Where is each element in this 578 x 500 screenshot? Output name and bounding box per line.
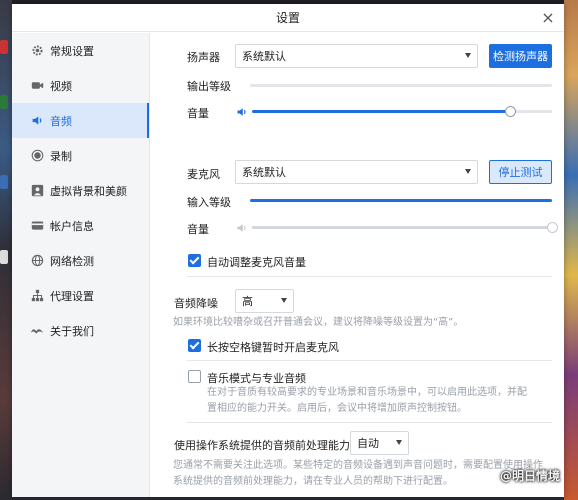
desktop-left-strip [0, 0, 12, 500]
audio-settings-panel: 扬声器 系统默认 检测扬声器 输出等级 音量 麦克风 系统默认 停止测试 输入等… [151, 33, 564, 497]
logo-icon [30, 324, 44, 338]
divider [187, 360, 552, 361]
card-icon [30, 219, 44, 233]
noise-reduction-label: 音频降噪 [174, 297, 218, 310]
noise-reduction-value: 高 [242, 295, 253, 308]
sidebar-item-virtual-background[interactable]: 虚拟背景和美颜 [12, 173, 149, 208]
chevron-down-icon [281, 298, 287, 303]
chevron-down-icon [465, 53, 471, 58]
input-level-meter [250, 199, 552, 202]
sidebar-item-label: 关于我们 [50, 324, 94, 338]
title-bar: 设置 × [12, 4, 564, 32]
speaker-icon [30, 114, 44, 128]
sidebar-item-label: 代理设置 [50, 289, 94, 303]
output-level-meter [250, 84, 552, 87]
sidebar-item-general[interactable]: 常规设置 [12, 33, 149, 68]
music-mode-hint-line1: 在对于音质有较高要求的专业场景和音乐场景中，可以启用此选项，并配 [207, 387, 527, 398]
divider [187, 276, 552, 277]
speaker-device-select[interactable]: 系统默认 [235, 44, 478, 68]
microphone-volume-label: 音量 [187, 223, 209, 236]
slider-thumb[interactable] [547, 222, 558, 233]
sidebar-item-about[interactable]: 关于我们 [12, 313, 149, 348]
space-unmute-checkbox[interactable] [188, 339, 201, 352]
noise-reduction-select[interactable]: 高 [235, 289, 294, 313]
output-level-label: 输出等级 [187, 80, 231, 93]
speaker-volume-label: 音量 [187, 107, 209, 120]
sidebar-item-audio[interactable]: 音频 [12, 103, 149, 138]
close-icon[interactable]: × [538, 8, 558, 28]
speaker-device-value: 系统默认 [242, 50, 286, 63]
speaker-volume-slider[interactable] [252, 106, 552, 118]
divider [187, 422, 552, 423]
chevron-down-icon [465, 169, 471, 174]
slider-thumb[interactable] [505, 106, 516, 117]
settings-window: 设置 × 常规设置 视频 音频 录制 虚拟背景和美颜 帐户信息 网络检测 代理设… [12, 4, 564, 497]
globe-icon [30, 254, 44, 268]
os-preprocess-hint-line2: 系统提供的音频前处理能力，请在专业人员的帮助下进行配置。 [173, 476, 453, 487]
sidebar-item-label: 常规设置 [50, 44, 94, 58]
auto-adjust-label: 自动调整麦克风音量 [207, 256, 306, 269]
sidebar: 常规设置 视频 音频 录制 虚拟背景和美颜 帐户信息 网络检测 代理设置 关于我… [12, 33, 150, 497]
volume-icon [236, 106, 248, 118]
sidebar-item-label: 录制 [50, 149, 72, 163]
slider-fill [252, 226, 552, 229]
record-icon [30, 149, 44, 163]
auto-adjust-checkbox[interactable] [188, 254, 201, 267]
music-mode-hint-line2: 置相应的能力开关。启用后，会议中将增加原声控制按钮。 [207, 403, 467, 414]
os-preprocess-value: 自动 [357, 437, 379, 450]
microphone-device-value: 系统默认 [242, 166, 286, 179]
sidebar-item-label: 视频 [50, 79, 72, 93]
sidebar-item-label: 虚拟背景和美颜 [50, 184, 127, 198]
speaker-label: 扬声器 [187, 51, 220, 64]
sidebar-item-account[interactable]: 帐户信息 [12, 208, 149, 243]
desktop-right-strip [564, 0, 578, 500]
microphone-device-select[interactable]: 系统默认 [235, 160, 478, 184]
space-unmute-label: 长按空格键暂时开启麦克风 [207, 341, 339, 354]
os-preprocess-hint-line1: 您通常不需要关注此选项。某些特定的音频设备遇到声音问题时，需要配置使用操作 [173, 460, 543, 471]
os-preprocess-label: 使用操作系统提供的音频前处理能力 [174, 439, 350, 452]
slider-fill [252, 110, 510, 113]
stop-test-button[interactable]: 停止测试 [489, 160, 552, 184]
input-level-label: 输入等级 [187, 196, 231, 209]
sidebar-item-network-check[interactable]: 网络检测 [12, 243, 149, 278]
person-icon [30, 184, 44, 198]
microphone-volume-slider[interactable] [252, 222, 558, 234]
sidebar-item-video[interactable]: 视频 [12, 68, 149, 103]
music-mode-label: 音乐模式与专业音频 [207, 372, 306, 385]
input-level-fill [250, 199, 552, 202]
window-title: 设置 [275, 11, 300, 25]
sidebar-item-record[interactable]: 录制 [12, 138, 149, 173]
test-speaker-button[interactable]: 检测扬声器 [489, 44, 552, 68]
desktop-icon-blue [0, 175, 8, 189]
desktop-icon-green [0, 95, 8, 109]
gear-icon [30, 44, 44, 58]
os-preprocess-select[interactable]: 自动 [350, 431, 409, 455]
watermark: @明日情境 [499, 469, 560, 483]
network-icon [30, 289, 44, 303]
sidebar-item-label: 帐户信息 [50, 219, 94, 233]
microphone-label: 麦克风 [187, 168, 220, 181]
sidebar-item-label: 音频 [50, 114, 72, 128]
chevron-down-icon [396, 440, 402, 445]
sidebar-item-proxy[interactable]: 代理设置 [12, 278, 149, 313]
desktop-icon-red [0, 40, 8, 54]
desktop-icon-white [0, 250, 8, 264]
noise-reduction-hint: 如果环境比较嘈杂或召开普通会议，建议将降噪等级设置为“高”。 [173, 317, 464, 328]
video-icon [30, 79, 44, 93]
sidebar-item-label: 网络检测 [50, 254, 94, 268]
volume-icon [236, 222, 248, 234]
music-mode-checkbox[interactable] [188, 370, 201, 383]
